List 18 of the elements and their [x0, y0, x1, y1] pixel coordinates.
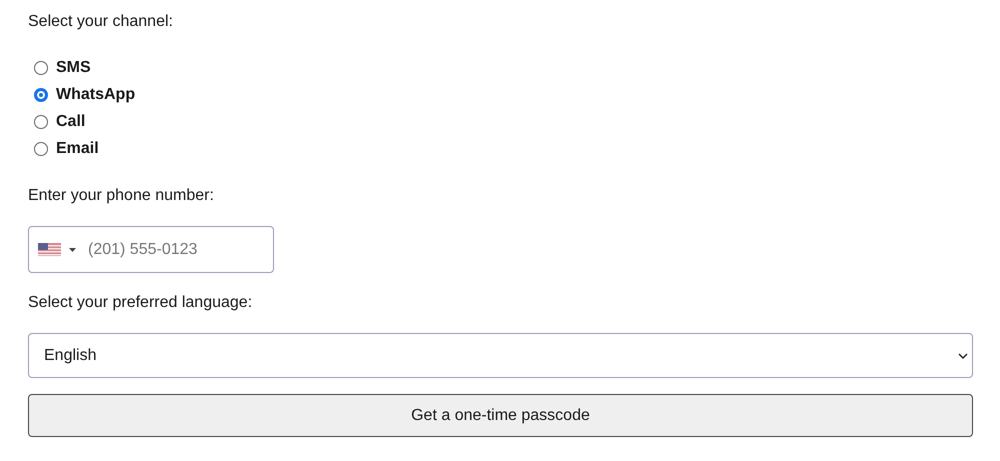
phone-field[interactable]: (201) 555-0123: [28, 226, 274, 273]
language-label: Select your preferred language:: [28, 293, 252, 313]
channel-option-label[interactable]: WhatsApp: [56, 82, 136, 106]
language-select[interactable]: English: [28, 333, 973, 378]
channel-label: Select your channel:: [28, 12, 173, 32]
radio-button[interactable]: [34, 142, 48, 156]
caret-icon: [69, 248, 76, 252]
chevron-icon: [958, 352, 968, 358]
radio-button[interactable]: [34, 60, 48, 74]
phone-input[interactable]: (201) 555-0123: [88, 238, 248, 262]
channel-option-label[interactable]: SMS: [56, 56, 91, 80]
flag-icon: [38, 243, 61, 256]
radio-button[interactable]: [34, 88, 48, 102]
radio-button[interactable]: [34, 114, 48, 128]
channel-option-label[interactable]: Email: [56, 136, 99, 160]
passcode-button[interactable]: Get a one-time passcode: [28, 394, 973, 437]
phone-label: Enter your phone number:: [28, 186, 214, 206]
channel-option-label[interactable]: Call: [56, 110, 86, 134]
